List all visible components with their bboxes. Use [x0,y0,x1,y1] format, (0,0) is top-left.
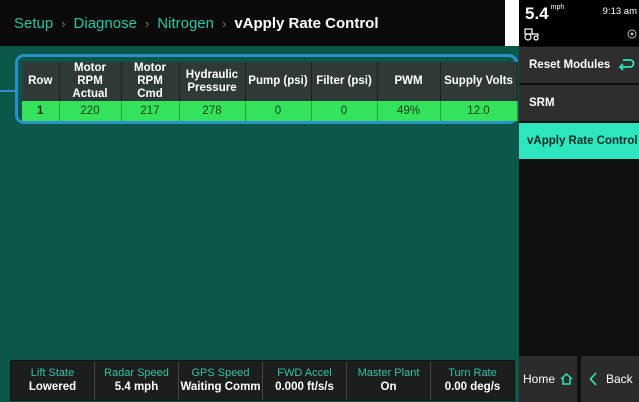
back-label: Back [606,372,633,386]
breadcrumb-diagnose[interactable]: Diagnose [74,15,137,32]
speed-unit: mph [550,4,565,11]
status-radar-speed: Radar Speed 5.4 mph [95,361,179,400]
status-value: On [380,381,397,393]
status-label: Lift State [30,367,75,379]
column-header-pwm: PWM [377,62,441,101]
status-master-plant: Master Plant On [347,361,431,400]
status-value: Lowered [28,381,77,393]
breadcrumb-setup[interactable]: Setup [14,15,53,32]
cell-supply-volts: 12.0 [440,101,518,121]
return-arrow-icon [618,59,635,71]
status-value: Waiting Comm [180,381,261,393]
status-value: 0.00 deg/s [444,381,501,393]
column-header-motor-rpm-cmd: Motor RPM Cmd [121,62,180,101]
vapply-rate-control-label: vApply Rate Control [527,135,638,147]
speed-value: 5.4 [525,4,549,23]
back-button[interactable]: Back [581,356,639,402]
status-label: FWD Accel [277,367,332,379]
cell-motor-rpm-actual: 220 [59,101,122,121]
status-value: 0.000 ft/s/s [275,381,334,393]
vapply-rate-control-button[interactable]: vApply Rate Control [519,123,639,159]
right-sidebar: 5.4 mph 9:13 am Reset Modules SRM vApply… [519,0,639,402]
tractor-icon [524,28,539,41]
status-value: 5.4 mph [114,381,159,393]
status-gps-speed: GPS Speed Waiting Comm [179,361,263,400]
cell-pump: 0 [245,101,312,121]
clock: 9:13 am [602,6,637,17]
page-title: vApply Rate Control [234,14,379,32]
home-icon [560,373,573,385]
reset-modules-label: Reset Modules [529,59,611,71]
column-header-hydraulic-pressure: Hydraulic Pressure [179,62,246,101]
status-label: GPS Speed [191,367,250,379]
top-info-panel: 5.4 mph 9:13 am [519,0,639,46]
cell-row: 1 [22,101,60,121]
status-lift-state: Lift State Lowered [11,361,95,400]
column-header-pump: Pump (psi) [245,62,312,101]
breadcrumb: Setup › Diagnose › Nitrogen › vApply Rat… [0,0,505,46]
column-header-motor-rpm-actual: Motor RPM Actual [59,62,122,101]
status-label: Turn Rate [448,367,497,379]
chevron-left-icon [589,372,597,386]
column-header-filter: Filter (psi) [311,62,378,101]
rate-control-table-container[interactable]: Row Motor RPM Actual Motor RPM Cmd Hydra… [15,54,518,124]
column-header-row: Row [22,62,60,101]
cell-hydraulic-pressure: 278 [179,101,246,121]
breadcrumb-separator: › [144,15,150,31]
table-row[interactable]: 1 220 217 278 0 0 49% 12.0 [22,101,518,121]
speed-readout: 5.4 mph [525,4,564,24]
cell-pwm: 49% [377,101,441,121]
column-header-supply-volts: Supply Volts [440,62,518,101]
rate-control-table: Row Motor RPM Actual Motor RPM Cmd Hydra… [22,62,518,121]
breadcrumb-separator: › [221,15,227,31]
status-turn-rate: Turn Rate 0.00 deg/s [431,361,514,400]
gps-signal-icon [627,29,637,39]
breadcrumb-separator: › [61,15,66,31]
status-label: Radar Speed [104,367,169,379]
srm-label: SRM [529,97,555,109]
reset-modules-button[interactable]: Reset Modules [519,47,639,83]
cell-filter: 0 [311,101,378,121]
app-window: Setup › Diagnose › Nitrogen › vApply Rat… [0,0,639,402]
main-panel: Row Motor RPM Actual Motor RPM Cmd Hydra… [0,46,519,402]
selection-indicator [0,90,15,92]
cell-motor-rpm-cmd: 217 [121,101,180,121]
status-bar: Lift State Lowered Radar Speed 5.4 mph G… [10,360,515,401]
breadcrumb-nitrogen[interactable]: Nitrogen [157,15,214,32]
home-label: Home [522,372,555,386]
status-label: Master Plant [357,367,420,379]
table-header-row: Row Motor RPM Actual Motor RPM Cmd Hydra… [22,62,518,101]
home-button[interactable]: Home [519,356,579,402]
srm-button[interactable]: SRM [519,85,639,121]
status-fwd-accel: FWD Accel 0.000 ft/s/s [263,361,347,400]
